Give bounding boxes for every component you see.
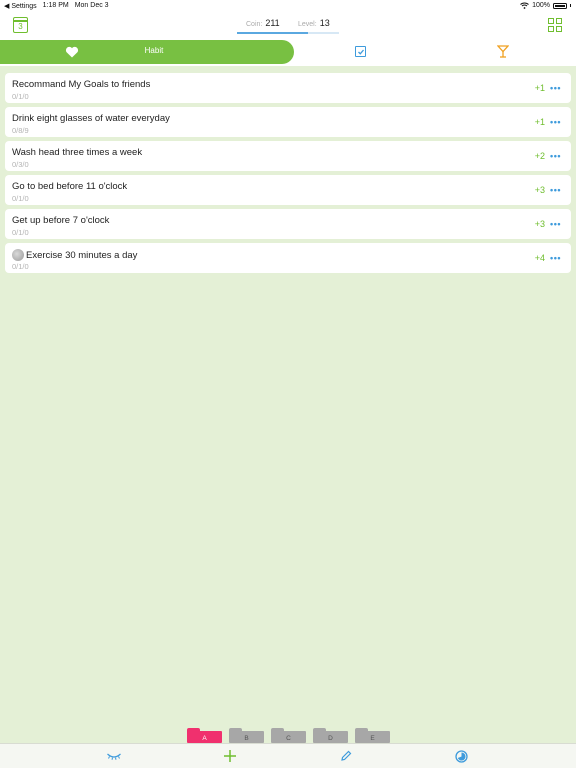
habit-title-wrap: Drink eight glasses of water everyday	[12, 113, 170, 124]
more-options-icon[interactable]: •••	[550, 83, 561, 93]
habit-title: Get up before 7 o'clock	[12, 215, 110, 226]
more-options-icon[interactable]: •••	[550, 185, 561, 195]
stats-circle-icon	[454, 749, 468, 763]
level-value: 13	[319, 18, 330, 28]
folder-label: C	[286, 735, 291, 742]
folder-tab-e[interactable]: E	[355, 726, 390, 743]
calendar-button[interactable]: 3	[13, 17, 28, 33]
calendar-day: 3	[18, 22, 23, 31]
folder-label: A	[202, 735, 207, 742]
eye-closed-icon	[107, 753, 121, 760]
status-bar: ◀ Settings 1:18 PM Mon Dec 3 100%	[0, 0, 576, 12]
add-icon	[224, 750, 236, 762]
habit-progress: 0/1/0	[12, 92, 29, 101]
pencil-icon	[341, 750, 352, 761]
habit-title: Drink eight glasses of water everyday	[12, 113, 170, 124]
tab-todo[interactable]	[355, 46, 366, 57]
folder-label: B	[244, 735, 249, 742]
habit-row[interactable]: Recommand My Goals to friends 0/1/0 +1 •••	[5, 73, 571, 103]
habit-score-button[interactable]: +3	[535, 185, 545, 195]
stone-icon	[12, 249, 24, 261]
checkbox-icon	[357, 49, 364, 55]
habit-progress: 0/1/0	[12, 194, 29, 203]
habit-score-button[interactable]: +1	[535, 117, 545, 127]
tab-reward[interactable]	[496, 45, 510, 58]
edit-button[interactable]	[337, 747, 355, 765]
tab-habit-label: Habit	[144, 46, 164, 55]
grid-view-button[interactable]	[548, 18, 562, 32]
level-progress-bar	[237, 32, 339, 34]
folder-tabs: A B C D E	[187, 726, 392, 743]
back-to-settings[interactable]: ◀ Settings	[4, 2, 37, 10]
folder-label: D	[328, 735, 333, 742]
habit-title-wrap: Go to bed before 11 o'clock	[12, 181, 127, 192]
folder-tab-c[interactable]: C	[271, 726, 306, 743]
habit-title: Recommand My Goals to friends	[12, 79, 151, 90]
status-time: 1:18 PM	[42, 2, 69, 9]
level-progress-fill	[237, 32, 309, 34]
habit-score-button[interactable]: +4	[535, 253, 545, 263]
bottom-toolbar	[0, 743, 576, 768]
habit-progress: 0/8/9	[12, 126, 29, 135]
more-options-icon[interactable]: •••	[550, 219, 561, 229]
habit-row[interactable]: Get up before 7 o'clock 0/1/0 +3 •••	[5, 209, 571, 239]
habit-row[interactable]: Exercise 30 minutes a day 0/1/0 +4 •••	[5, 243, 571, 273]
habit-score-button[interactable]: +3	[535, 219, 545, 229]
habit-row[interactable]: Drink eight glasses of water everyday 0/8…	[5, 107, 571, 137]
grid-icon	[548, 18, 554, 24]
habit-title-wrap: Get up before 7 o'clock	[12, 215, 109, 226]
habit-score-button[interactable]: +1	[535, 83, 545, 93]
habit-title-wrap: Recommand My Goals to friends	[12, 79, 150, 90]
stats-panel: Coin: 211 Level: 13	[237, 16, 339, 34]
habit-title-wrap: Wash head three times a week	[12, 147, 142, 158]
folder-label: E	[370, 735, 375, 742]
folder-tab-a[interactable]: A	[187, 726, 222, 743]
battery-percent: 100%	[532, 2, 550, 9]
habit-score-button[interactable]: +2	[535, 151, 545, 161]
wifi-icon	[520, 2, 529, 9]
category-tabs: Habit	[0, 38, 576, 66]
habit-title: Wash head three times a week	[12, 147, 143, 158]
habit-progress: 0/1/0	[12, 262, 29, 271]
folder-tab-b[interactable]: B	[229, 726, 264, 743]
status-date: Mon Dec 3	[74, 2, 109, 9]
cocktail-icon	[496, 45, 510, 58]
habit-row[interactable]: Wash head three times a week 0/3/0 +2 •••	[5, 141, 571, 171]
coin-value: 211	[265, 18, 280, 28]
level-label: Level:	[298, 21, 317, 28]
coin-label: Coin:	[246, 21, 263, 28]
habit-title: Go to bed before 11 o'clock	[12, 181, 128, 192]
tab-habit[interactable]: Habit	[0, 40, 294, 64]
habit-progress: 0/3/0	[12, 160, 29, 169]
header: 3 Coin: 211 Level: 13	[0, 12, 576, 38]
battery-icon	[553, 2, 567, 9]
add-button[interactable]	[221, 747, 239, 765]
habit-list: Recommand My Goals to friends 0/1/0 +1 ••• D…	[5, 73, 571, 277]
toggle-visibility-button[interactable]	[105, 747, 123, 765]
stats-button[interactable]	[452, 747, 470, 765]
more-options-icon[interactable]: •••	[550, 253, 561, 263]
habit-title-wrap: Exercise 30 minutes a day	[12, 249, 137, 261]
folder-tab-d[interactable]: D	[313, 726, 348, 743]
more-options-icon[interactable]: •••	[550, 117, 561, 127]
habit-row[interactable]: Go to bed before 11 o'clock 0/1/0 +3 •••	[5, 175, 571, 205]
coin-stat: Coin: 211	[246, 18, 280, 28]
more-options-icon[interactable]: •••	[550, 151, 561, 161]
level-stat: Level: 13	[298, 18, 330, 28]
habit-title: Exercise 30 minutes a day	[26, 249, 138, 261]
habit-progress: 0/1/0	[12, 228, 29, 237]
